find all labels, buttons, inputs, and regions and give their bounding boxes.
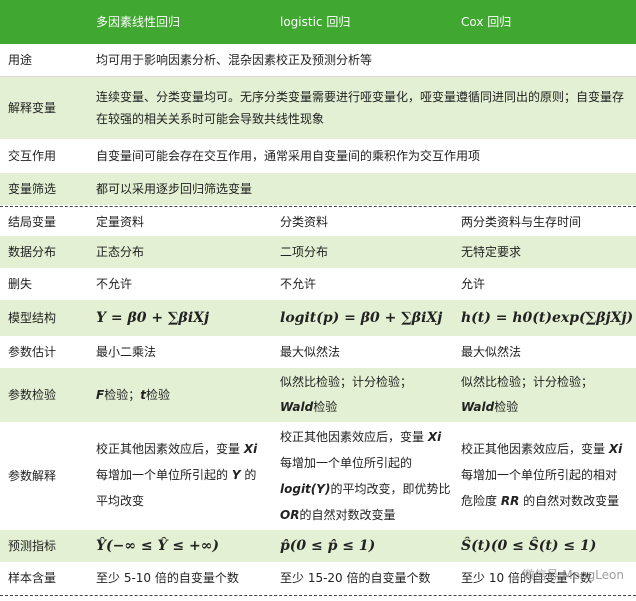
comparison-table: 多因素线性回归 logistic 回归 Cox 回归 用途 均可用于影响因素分析… [0,0,636,601]
cell-cox: 似然比检验；计分检验； Wald检验 [461,375,594,414]
table-row: 参数检验 F 检验； t 检验 似然比检验；计分检验； Wald检验 似然比检验；计分… [0,368,636,422]
formula-linear: Y = β0 + ∑βiXj [96,310,210,326]
predict-linear: Ŷ(−∞ ≤ Ŷ ≤ +∞) [96,538,219,554]
row-label: 模型结构 [8,311,57,325]
cell-linear: 校正其他因素效应后，变量 Xi 每增加一个单位所引起的 Y 的 平均改变 [96,442,258,508]
row-label: 结局变量 [8,215,57,229]
row-value: 都可以采用逐步回归筛选变量 [96,182,253,196]
row-label: 解释变量 [8,101,57,115]
cell-logistic: 最大似然法 [280,345,341,359]
row-label: 参数解释 [8,469,57,483]
cell-linear: 最小二乘法 [96,345,157,359]
cell-linear: 正态分布 [96,245,145,259]
cell-linear: 不允许 [96,277,133,291]
row-label: 参数估计 [8,345,57,359]
cell-cox: 无特定要求 [461,245,522,259]
cell-cox: 允许 [461,277,486,291]
table-row: 参数解释 校正其他因素效应后，变量 Xi 每增加一个单位所引起的 Y 的 平均改… [0,422,636,530]
cell-linear: 至少 5-10 倍的自变量个数 [96,571,239,585]
formula-logistic: logit(p) = β0 + ∑βiXj [280,310,443,326]
row-label: 变量筛选 [8,182,57,196]
cell-cox: 校正其他因素效应后，变量 Xi 每增加一个单位所引起的相对 危险度 RR 的自然… [461,442,623,508]
cell-logistic: 至少 15-20 倍的自变量个数 [280,571,431,585]
watermark: 微信号 MengLeon [522,568,624,582]
row-label: 删失 [8,277,33,291]
row-label: 用途 [8,53,33,67]
table-row: 变量筛选 都可以采用逐步回归筛选变量 [0,173,636,205]
header-linear-regression: 多因素线性回归 [96,15,181,29]
table-row: 结局变量 定量资料 分类资料 两分类资料与生存时间 [0,208,636,236]
table-row: 数据分布 正态分布 二项分布 无特定要求 [0,236,636,268]
cell-linear: 定量资料 [96,215,145,229]
cell-cox: 两分类资料与生存时间 [461,215,582,229]
table-header: 多因素线性回归 logistic 回归 Cox 回归 [0,0,636,44]
table-row: 解释变量 连续变量、分类变量均可。无序分类变量需要进行哑变量化，哑变量遵循同进同… [0,77,636,139]
cell-logistic: 不允许 [280,277,317,291]
row-value: 均可用于影响因素分析、混杂因素校正及预测分析等 [96,53,373,67]
row-label: 样本含量 [8,571,57,585]
table-row: 模型结构 Y = β0 + ∑βiXj logit(p) = β0 + ∑βiX… [0,300,636,336]
table-row: 预测指标 Ŷ(−∞ ≤ Ŷ ≤ +∞) p̂(0 ≤ p̂ ≤ 1) Ŝ(t)(… [0,530,636,562]
cell-logistic: 二项分布 [280,245,329,259]
cell-logistic: 分类资料 [280,215,329,229]
cell-logistic: 校正其他因素效应后，变量 Xi 每增加一个单位所引起的 logit(Y)的平均改… [280,430,451,522]
table-row: 删失 不允许 不允许 允许 [0,268,636,300]
table-row: 参数估计 最小二乘法 最大似然法 最大似然法 [0,336,636,368]
table-row: 交互作用 自变量间可能会存在交互作用，通常采用自变量间的乘积作为交互作用项 [0,139,636,173]
row-label: 数据分布 [8,245,57,259]
predict-cox: Ŝ(t)(0 ≤ Ŝ(t) ≤ 1) [461,538,597,554]
cell-logistic: 似然比检验；计分检验； Wald检验 [280,375,413,414]
row-value: 连续变量、分类变量均可。无序分类变量需要进行哑变量化，哑变量遵循同进同出的原则；… [96,90,625,126]
row-label: 预测指标 [8,539,57,553]
header-logistic-regression: logistic 回归 [280,15,351,29]
predict-logistic: p̂(0 ≤ p̂ ≤ 1) [280,538,376,554]
cell-cox: 最大似然法 [461,345,522,359]
row-value: 自变量间可能会存在交互作用，通常采用自变量间的乘积作为交互作用项 [96,149,481,163]
formula-cox: h(t) = h0(t)exp(∑βjXj) [461,310,634,326]
table-row: 用途 均可用于影响因素分析、混杂因素校正及预测分析等 [0,44,636,76]
row-label: 交互作用 [8,149,57,163]
row-label: 参数检验 [8,388,57,402]
header-empty [0,0,88,44]
cell-linear: F 检验； t 检验 [96,388,170,402]
header-cox-regression: Cox 回归 [461,15,512,29]
